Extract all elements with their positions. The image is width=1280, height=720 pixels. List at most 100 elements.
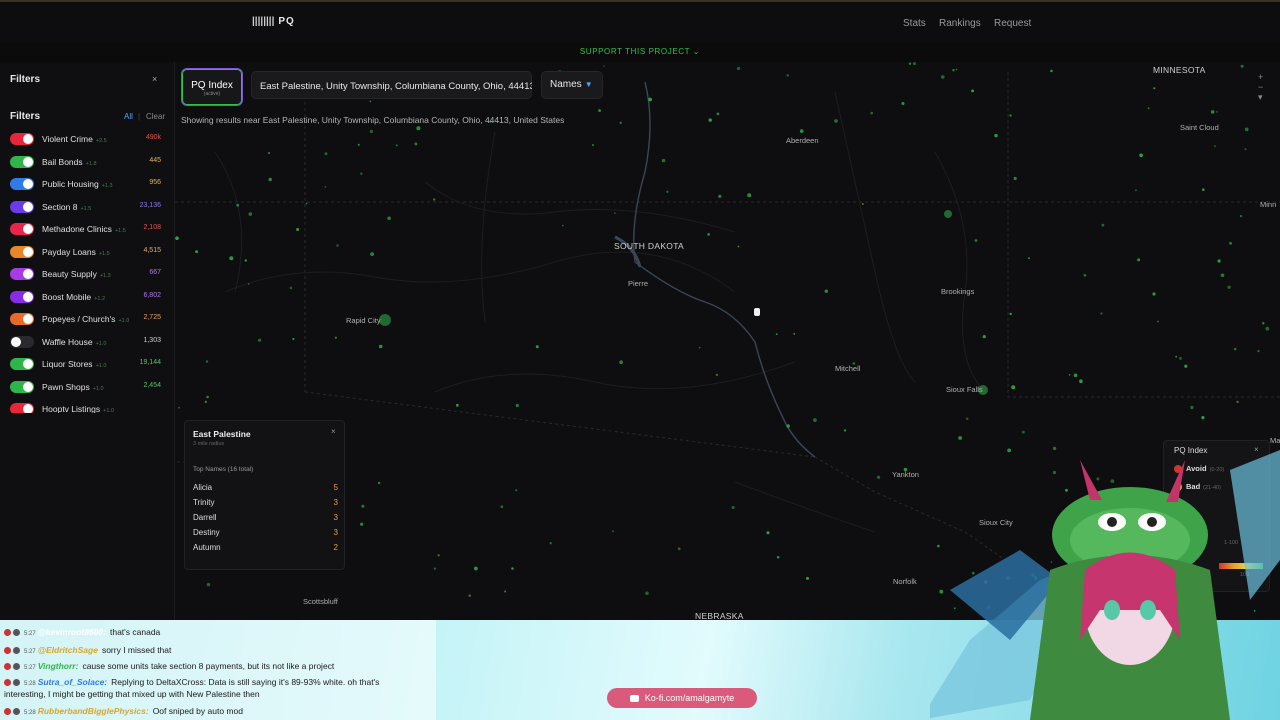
map-poi-dot (414, 142, 418, 146)
badge-icon (4, 663, 11, 671)
filter-toggle[interactable] (10, 200, 34, 213)
location-search-input[interactable] (252, 72, 534, 100)
filter-row[interactable]: Section 8 +1.5 23,136 (10, 199, 170, 215)
map-poi-dot (1213, 145, 1216, 148)
map-poi-dot (515, 489, 518, 492)
map-poi-dot (1227, 285, 1231, 289)
map-poi-dot (296, 228, 300, 231)
filter-toggle[interactable] (10, 403, 34, 413)
kofi-link[interactable]: Ko-fi.com/amalgamyte (607, 688, 757, 708)
top-navbar: |||||||| PQ Stats Rankings Request (0, 0, 1280, 42)
map-poi-dot (433, 198, 436, 201)
map-label-rapid-city: Rapid City (346, 316, 381, 325)
map-label-norfolk: Norfolk (893, 577, 917, 586)
map-poi-dot (334, 336, 337, 339)
map-poi-dot (737, 245, 740, 248)
app-logo[interactable]: |||||||| PQ (252, 16, 295, 27)
map-poi-dot (1009, 114, 1012, 117)
zoom-controls[interactable]: + − ▾ (1258, 72, 1263, 103)
filter-toggle[interactable] (10, 313, 34, 325)
map-poi-dot (416, 126, 421, 131)
filter-label: Public Housing +1.3 (42, 179, 113, 189)
pq-index-button[interactable]: PQ Index (active) (181, 68, 243, 106)
map-poi-dot (718, 194, 722, 198)
filter-toggle[interactable] (10, 155, 34, 168)
filter-toggle[interactable] (10, 380, 34, 393)
filter-row[interactable]: Boost Mobile +1.2 6,802 (10, 289, 170, 305)
filter-toggle[interactable] (10, 223, 34, 235)
map-poi-dot (289, 286, 293, 290)
map-poi-dot (1073, 373, 1078, 378)
filter-toggle[interactable] (10, 268, 34, 280)
map-poi-dot (1157, 320, 1159, 323)
nav-rankings[interactable]: Rankings (939, 18, 981, 29)
map-label-minn: Minn (1260, 200, 1277, 209)
filter-count: 956 (149, 179, 161, 186)
filter-toggle[interactable] (10, 133, 34, 145)
map-poi-dot (1013, 176, 1017, 181)
map-poi-dot (806, 576, 809, 580)
location-search[interactable] (251, 71, 534, 100)
filter-toggle[interactable] (10, 178, 34, 190)
filter-toggle[interactable] (10, 358, 34, 370)
filter-row[interactable]: Beauty Supply +1.3 667 (10, 266, 170, 282)
filter-toggle[interactable] (10, 290, 34, 303)
map-poi-dot (204, 400, 207, 403)
filter-row[interactable]: Bail Bonds +1.8 445 (10, 154, 170, 170)
map-poi-dot (1262, 322, 1265, 325)
map-poi-dot (974, 239, 978, 242)
map-poi-dot (793, 333, 796, 335)
filter-toggle[interactable] (10, 245, 34, 258)
popup-name-row: Destiny 3 (193, 528, 338, 537)
nav-stats[interactable]: Stats (903, 18, 926, 29)
filter-row[interactable]: Waffle House +1.0 1,303 (10, 334, 170, 350)
filter-label: Waffle House +1.0 (42, 336, 107, 347)
map-poi-dot (834, 119, 838, 123)
filter-row[interactable]: Public Housing +1.3 956 (10, 176, 170, 192)
map-poi-dot (248, 212, 253, 216)
chat-message: 5:27 @EldritchSage sorry I missed that (4, 645, 171, 655)
filter-row[interactable]: Payday Loans +1.5 4,515 (10, 244, 170, 260)
map-poi-dot (236, 203, 240, 207)
map-poi-dot (369, 100, 372, 103)
name-count: 3 (333, 498, 338, 507)
map-poi-dot (612, 530, 614, 533)
map-poi-dot (1068, 373, 1071, 376)
map-poi-dot (603, 65, 605, 67)
map-poi-dot (619, 121, 622, 125)
filter-row[interactable]: Methadone Clinics +1.5 2,108 (10, 221, 170, 237)
name-count: 2 (333, 543, 338, 552)
dropdown-arrow-icon: ▼ (584, 80, 593, 89)
filter-row[interactable]: Hooptv Listings +1.0 (10, 401, 170, 413)
map-poi-dot (1184, 364, 1188, 368)
map-poi-dot (1022, 430, 1025, 434)
map-poi-dot (377, 481, 381, 485)
map-poi-dot (736, 66, 741, 71)
popup-close-icon[interactable]: × (331, 427, 336, 436)
map-poi-dot (244, 259, 247, 262)
filter-row[interactable]: Popeyes / Church's +1.0 2,725 (10, 311, 170, 327)
map-poi-dot (648, 97, 652, 102)
map-poi-dot (1009, 312, 1012, 316)
map-poi-dot (1050, 69, 1053, 73)
map-poi-dot (324, 186, 327, 188)
nav-request[interactable]: Request (994, 18, 1031, 29)
popup-heading: Top Names (16 total) (193, 466, 254, 473)
filter-row[interactable]: Liquor Stores +1.0 19,144 (10, 356, 170, 372)
chat-message: 5:28 RubberbandBigglePhysics: Oof sniped b… (4, 706, 243, 716)
name-count: 5 (333, 483, 338, 492)
names-dropdown[interactable]: Names ▼ (541, 71, 603, 99)
filter-label: Boost Mobile +1.2 (42, 291, 105, 302)
map-poi-dot (843, 429, 847, 432)
map-poi-dot (1152, 292, 1156, 296)
filter-toggle[interactable] (10, 335, 34, 348)
filter-row[interactable]: Violent Crime +2.5 490k (10, 131, 170, 147)
map-poi-dot (955, 68, 958, 71)
name-count: 3 (333, 513, 338, 522)
filter-row[interactable]: Pawn Shops +1.0 2,454 (10, 379, 170, 395)
map-poi-dot (666, 190, 669, 193)
badge-icon (13, 629, 20, 637)
support-project-banner[interactable]: SUPPORT THIS PROJECT ⌄ (0, 42, 1280, 63)
map-poi-dot (267, 151, 271, 155)
map-poi-dot (1217, 259, 1221, 263)
